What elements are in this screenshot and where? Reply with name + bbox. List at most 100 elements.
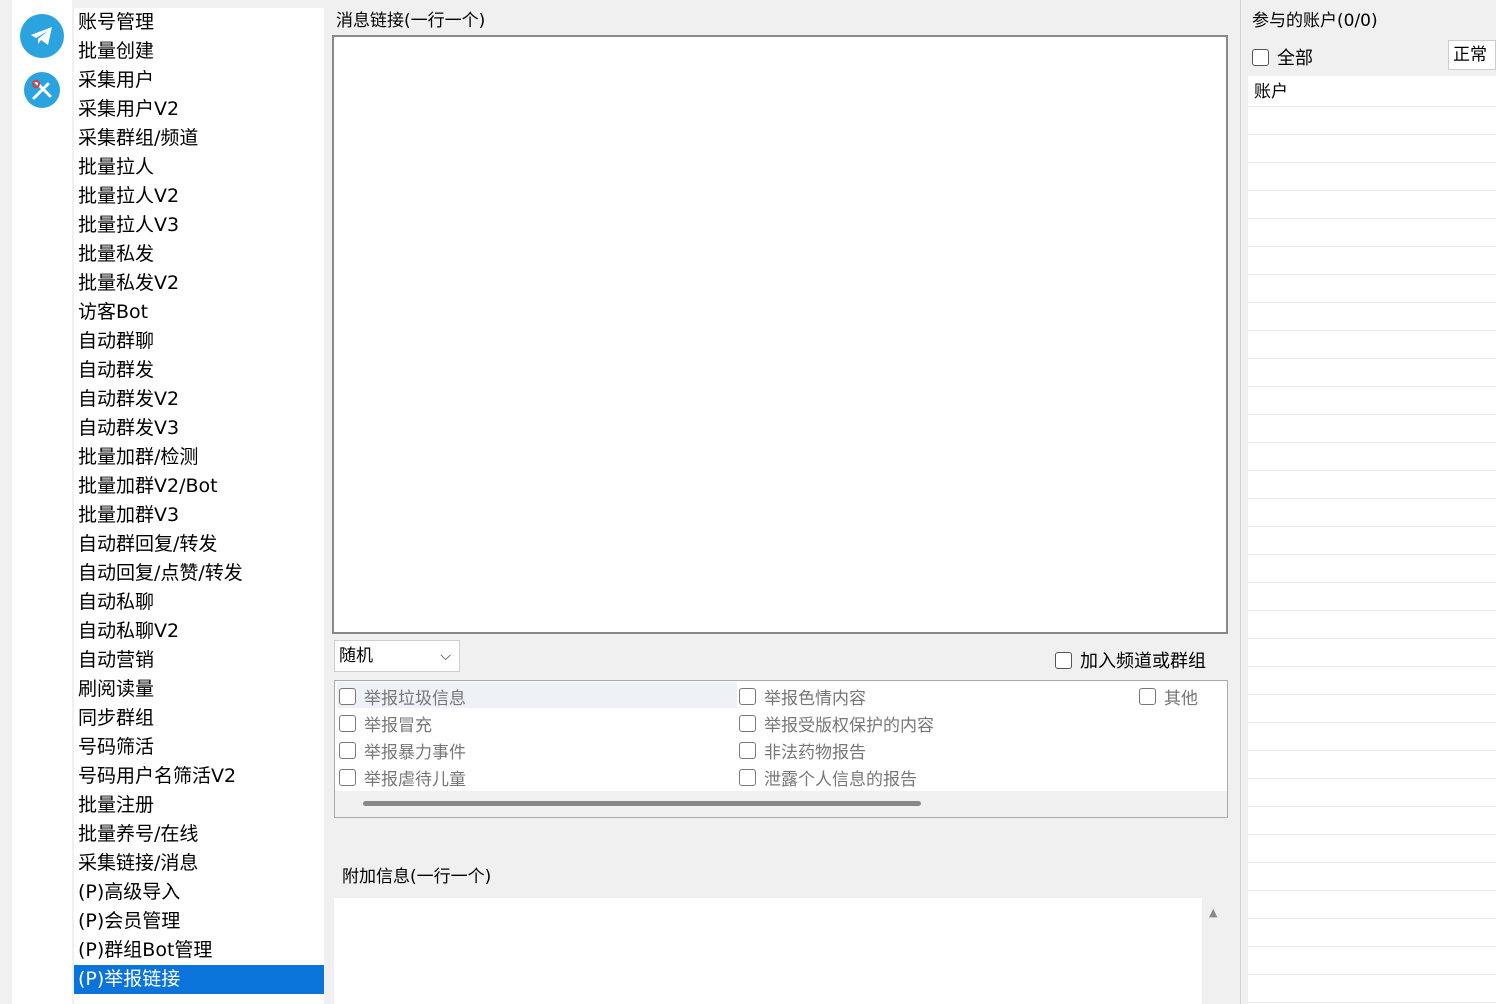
table-row[interactable] xyxy=(1248,778,1496,806)
mode-select[interactable]: 随机 ⌵ xyxy=(334,640,460,672)
table-row[interactable] xyxy=(1248,750,1496,778)
sidebar-item[interactable]: 自动营销 xyxy=(74,646,324,675)
sidebar-item[interactable]: (P)群组Bot管理 xyxy=(74,936,324,965)
table-row[interactable] xyxy=(1248,582,1496,610)
sidebar-item[interactable]: 访客Bot xyxy=(74,298,324,327)
sidebar-item[interactable]: 同步群组 xyxy=(74,704,324,733)
table-row[interactable] xyxy=(1248,610,1496,638)
report-option-checkbox[interactable]: 非法药物报告 xyxy=(739,738,866,763)
report-option-checkbox[interactable]: 举报虐待儿童 xyxy=(339,765,466,790)
sidebar-item[interactable]: 自动群发V3 xyxy=(74,414,324,443)
sidebar-item[interactable]: 自动群发V2 xyxy=(74,385,324,414)
table-row[interactable] xyxy=(1248,694,1496,722)
table-row[interactable] xyxy=(1248,274,1496,302)
table-row[interactable] xyxy=(1248,918,1496,946)
table-row[interactable] xyxy=(1248,330,1496,358)
report-option-checkbox[interactable]: 举报冒充 xyxy=(339,711,432,736)
table-row[interactable] xyxy=(1248,890,1496,918)
table-row[interactable] xyxy=(1248,946,1496,974)
all-accounts-checkbox[interactable]: 全部 xyxy=(1252,44,1313,70)
sidebar-item[interactable]: 批量加群V2/Bot xyxy=(74,472,324,501)
table-row[interactable] xyxy=(1248,218,1496,246)
sidebar-item[interactable]: 批量养号/在线 xyxy=(74,820,324,849)
sidebar-item[interactable]: 自动私聊V2 xyxy=(74,617,324,646)
table-row[interactable] xyxy=(1248,806,1496,834)
table-row[interactable] xyxy=(1248,722,1496,750)
sidebar-item[interactable]: 批量加群/检测 xyxy=(74,443,324,472)
sidebar-item[interactable]: 批量创建 xyxy=(74,37,324,66)
report-option-checkbox[interactable]: 举报垃圾信息 xyxy=(339,684,466,709)
sidebar-item[interactable]: 采集群组/频道 xyxy=(74,124,324,153)
sidebar-item[interactable]: 自动群聊 xyxy=(74,327,324,356)
sidebar-item[interactable]: 批量拉人V2 xyxy=(74,182,324,211)
table-row[interactable] xyxy=(1248,414,1496,442)
sidebar-item[interactable]: 自动回复/点赞/转发 xyxy=(74,559,324,588)
report-option-checkbox[interactable]: 泄露个人信息的报告 xyxy=(739,765,917,790)
report-option-label: 举报暴力事件 xyxy=(364,743,466,763)
mode-select-value: 随机 xyxy=(339,646,373,666)
sidebar-item[interactable]: 账号管理 xyxy=(74,8,324,37)
sidebar-item[interactable]: (P)举报链接 xyxy=(74,965,324,994)
sidebar-item[interactable]: 采集用户 xyxy=(74,66,324,95)
sidebar-item[interactable]: 号码筛活 xyxy=(74,733,324,762)
table-row[interactable] xyxy=(1248,302,1496,330)
sidebar-item[interactable]: 自动群发 xyxy=(74,356,324,385)
table-row[interactable] xyxy=(1248,162,1496,190)
checkbox-icon xyxy=(739,688,756,705)
table-row[interactable] xyxy=(1248,638,1496,666)
report-option-label: 非法药物报告 xyxy=(764,743,866,763)
checkbox-icon xyxy=(339,715,356,732)
sidebar-item[interactable]: 批量注册 xyxy=(74,791,324,820)
table-row[interactable] xyxy=(1248,862,1496,890)
extra-info-textarea[interactable] xyxy=(334,898,1202,1004)
report-option-checkbox[interactable]: 其他 xyxy=(1139,684,1198,709)
scroll-up-icon[interactable]: ▲ xyxy=(1209,906,1217,919)
sidebar-item[interactable]: 号码用户名筛活V2 xyxy=(74,762,324,791)
report-option-checkbox[interactable]: 举报受版权保护的内容 xyxy=(739,711,934,736)
sidebar-item[interactable]: 采集用户V2 xyxy=(74,95,324,124)
sidebar-item[interactable]: (P)会员管理 xyxy=(74,907,324,936)
sidebar-item[interactable]: 采集链接/消息 xyxy=(74,849,324,878)
report-option-checkbox[interactable]: 举报色情内容 xyxy=(739,684,866,709)
join-channel-checkbox[interactable]: 加入频道或群组 xyxy=(1055,647,1206,673)
status-filter-select[interactable]: 正常 xyxy=(1448,40,1496,70)
sidebar-item[interactable]: 自动群回复/转发 xyxy=(74,530,324,559)
chevron-down-icon: ⌵ xyxy=(440,648,451,664)
table-row[interactable] xyxy=(1248,134,1496,162)
report-option-checkbox[interactable]: 举报暴力事件 xyxy=(339,738,466,763)
horizontal-scrollbar[interactable] xyxy=(335,791,1227,817)
table-row[interactable] xyxy=(1248,358,1496,386)
scrollbar-thumb[interactable] xyxy=(363,801,921,806)
sidebar-item[interactable]: 自动私聊 xyxy=(74,588,324,617)
table-row[interactable] xyxy=(1248,498,1496,526)
links-textarea[interactable] xyxy=(332,35,1228,634)
report-options-panel: 举报垃圾信息 举报冒充举报暴力事件 举报虐待儿童 举报色情内容 举报受版权保护的内容非法… xyxy=(334,680,1228,818)
accounts-table[interactable]: 账户 xyxy=(1248,76,1496,1004)
accounts-column-header: 账户 xyxy=(1254,82,1288,102)
telegram-icon[interactable] xyxy=(20,14,64,58)
sidebar-item[interactable]: 批量私发 xyxy=(74,240,324,269)
sidebar-item[interactable]: 批量拉人V3 xyxy=(74,211,324,240)
extra-info-label: 附加信息(一行一个) xyxy=(342,867,492,887)
vertical-scrollbar[interactable]: ▲ xyxy=(1202,898,1228,1004)
table-row[interactable] xyxy=(1248,386,1496,414)
table-row[interactable] xyxy=(1248,190,1496,218)
join-channel-label: 加入频道或群组 xyxy=(1080,651,1206,672)
sidebar-item[interactable]: 批量私发V2 xyxy=(74,269,324,298)
table-row[interactable] xyxy=(1248,666,1496,694)
table-row[interactable] xyxy=(1248,974,1496,1002)
table-row[interactable] xyxy=(1248,106,1496,134)
sidebar-item[interactable]: (P)高级导入 xyxy=(74,878,324,907)
table-row[interactable] xyxy=(1248,834,1496,862)
tools-icon[interactable] xyxy=(24,72,60,108)
table-row[interactable] xyxy=(1248,554,1496,582)
sidebar-item[interactable]: 批量加群V3 xyxy=(74,501,324,530)
table-row[interactable] xyxy=(1248,470,1496,498)
sidebar-item[interactable]: 刷阅读量 xyxy=(74,675,324,704)
sidebar-item[interactable]: 批量拉人 xyxy=(74,153,324,182)
table-row[interactable] xyxy=(1248,246,1496,274)
checkbox-icon xyxy=(339,769,356,786)
report-option-label: 举报色情内容 xyxy=(764,689,866,709)
table-row[interactable] xyxy=(1248,442,1496,470)
table-row[interactable] xyxy=(1248,526,1496,554)
